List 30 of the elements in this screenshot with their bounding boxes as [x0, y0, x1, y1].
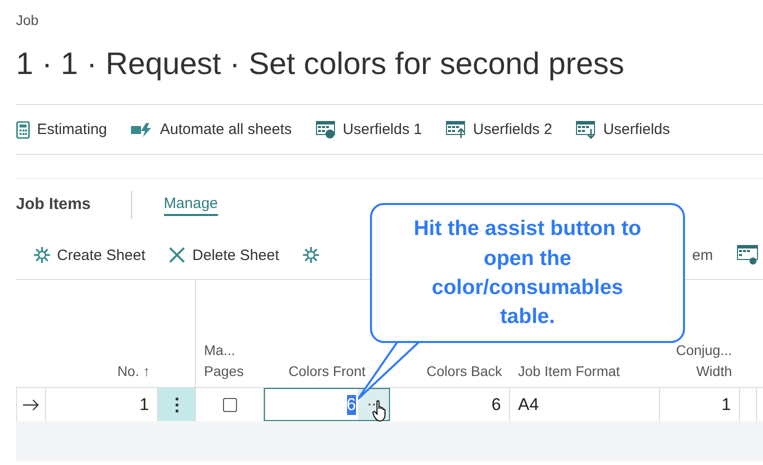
action-button[interactable]: Automate all sheets [131, 121, 292, 138]
callout: Hit the assist button to open the color/consumables table. [370, 203, 685, 343]
column-header[interactable]: Colors Front [288, 361, 366, 382]
column-header[interactable]: Conjug... Width [668, 340, 732, 382]
close-icon [169, 247, 186, 263]
section-title: Job Items [16, 196, 91, 214]
action-button[interactable]: em [692, 246, 713, 264]
action-button[interactable]: Create Sheet [34, 246, 146, 264]
grid-icon [446, 120, 466, 138]
column-header[interactable]: No. ↑ [117, 361, 150, 382]
breadcrumb: Job [16, 11, 40, 28]
calculator-icon [16, 120, 30, 138]
manage-tab[interactable]: Manage [164, 194, 218, 216]
column-header[interactable]: Job Item Format [518, 361, 620, 382]
checkbox[interactable] [222, 398, 236, 412]
page-title: 1 · 1 · Request · Set colors for second press [16, 46, 626, 82]
grid-icon [316, 120, 336, 138]
lightning-icon [131, 122, 154, 136]
column-header[interactable]: Colors Back [426, 361, 502, 382]
action-button[interactable]: Userfields 1 [316, 120, 422, 138]
column-header[interactable]: Ma... Pages [204, 340, 244, 382]
sparkle-icon[interactable] [303, 247, 320, 263]
grid-icon[interactable] [737, 245, 759, 265]
sparkle-icon [34, 247, 50, 263]
action-button[interactable]: Userfields [576, 120, 670, 138]
action-button[interactable]: Delete Sheet [169, 246, 280, 264]
action-button[interactable]: Estimating [16, 120, 108, 138]
grid-icon [576, 120, 596, 138]
action-button[interactable]: Userfields 2 [446, 120, 552, 138]
more-icon [174, 396, 178, 412]
